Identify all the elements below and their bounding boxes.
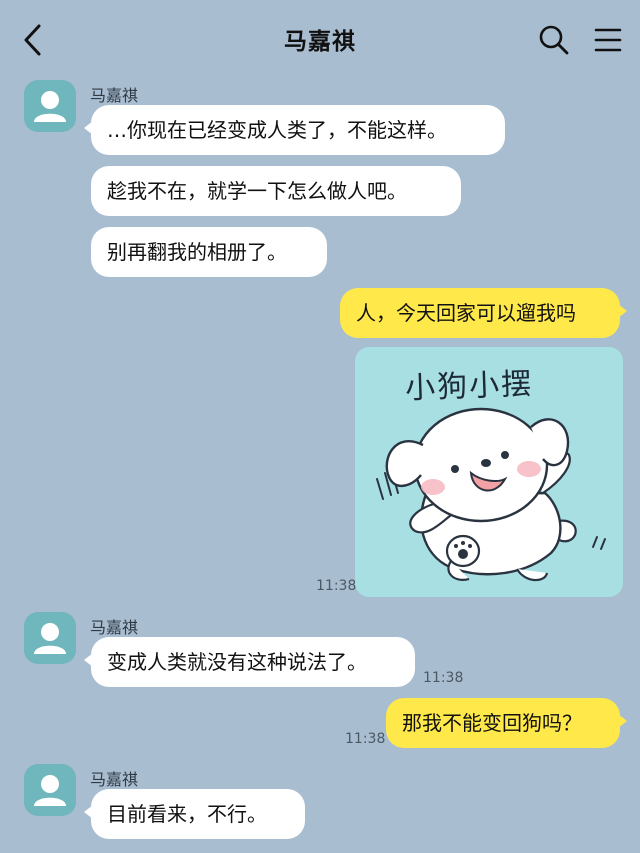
- message-bubble[interactable]: 变成人类就没有这种说法了。: [84, 637, 415, 687]
- sticker-image[interactable]: 小狗小摆: [355, 347, 623, 597]
- message-bubble[interactable]: 人，今天回家可以遛我吗: [340, 288, 627, 338]
- chat-header: 马嘉祺: [0, 0, 640, 76]
- default-user-icon: [34, 775, 66, 806]
- message-bubble[interactable]: …你现在已经变成人类了，不能这样。: [84, 105, 505, 155]
- timestamp: 11:38: [316, 578, 357, 594]
- search-icon: [539, 25, 569, 55]
- timestamp: 11:38: [423, 670, 464, 686]
- message-bubble[interactable]: 那我不能变回狗吗？: [386, 698, 627, 748]
- message-bubble[interactable]: 趁我不在，就学一下怎么做人吧。: [91, 166, 461, 216]
- menu-button[interactable]: [590, 22, 626, 58]
- search-button[interactable]: [536, 22, 572, 58]
- avatar[interactable]: [24, 612, 76, 664]
- timestamp: 11:38: [345, 731, 386, 747]
- default-user-icon: [34, 91, 66, 122]
- sender-name: 马嘉祺: [90, 770, 139, 789]
- avatar[interactable]: [24, 764, 76, 816]
- avatar[interactable]: [24, 80, 76, 132]
- hamburger-menu-icon: [594, 28, 622, 52]
- default-user-icon: [34, 623, 66, 654]
- sender-name: 马嘉祺: [90, 618, 139, 637]
- sender-name: 马嘉祺: [90, 86, 139, 105]
- message-bubble[interactable]: 别再翻我的相册了。: [91, 227, 327, 277]
- message-bubble[interactable]: 目前看来，不行。: [84, 789, 305, 839]
- sticker-caption: 小狗小摆: [404, 366, 534, 407]
